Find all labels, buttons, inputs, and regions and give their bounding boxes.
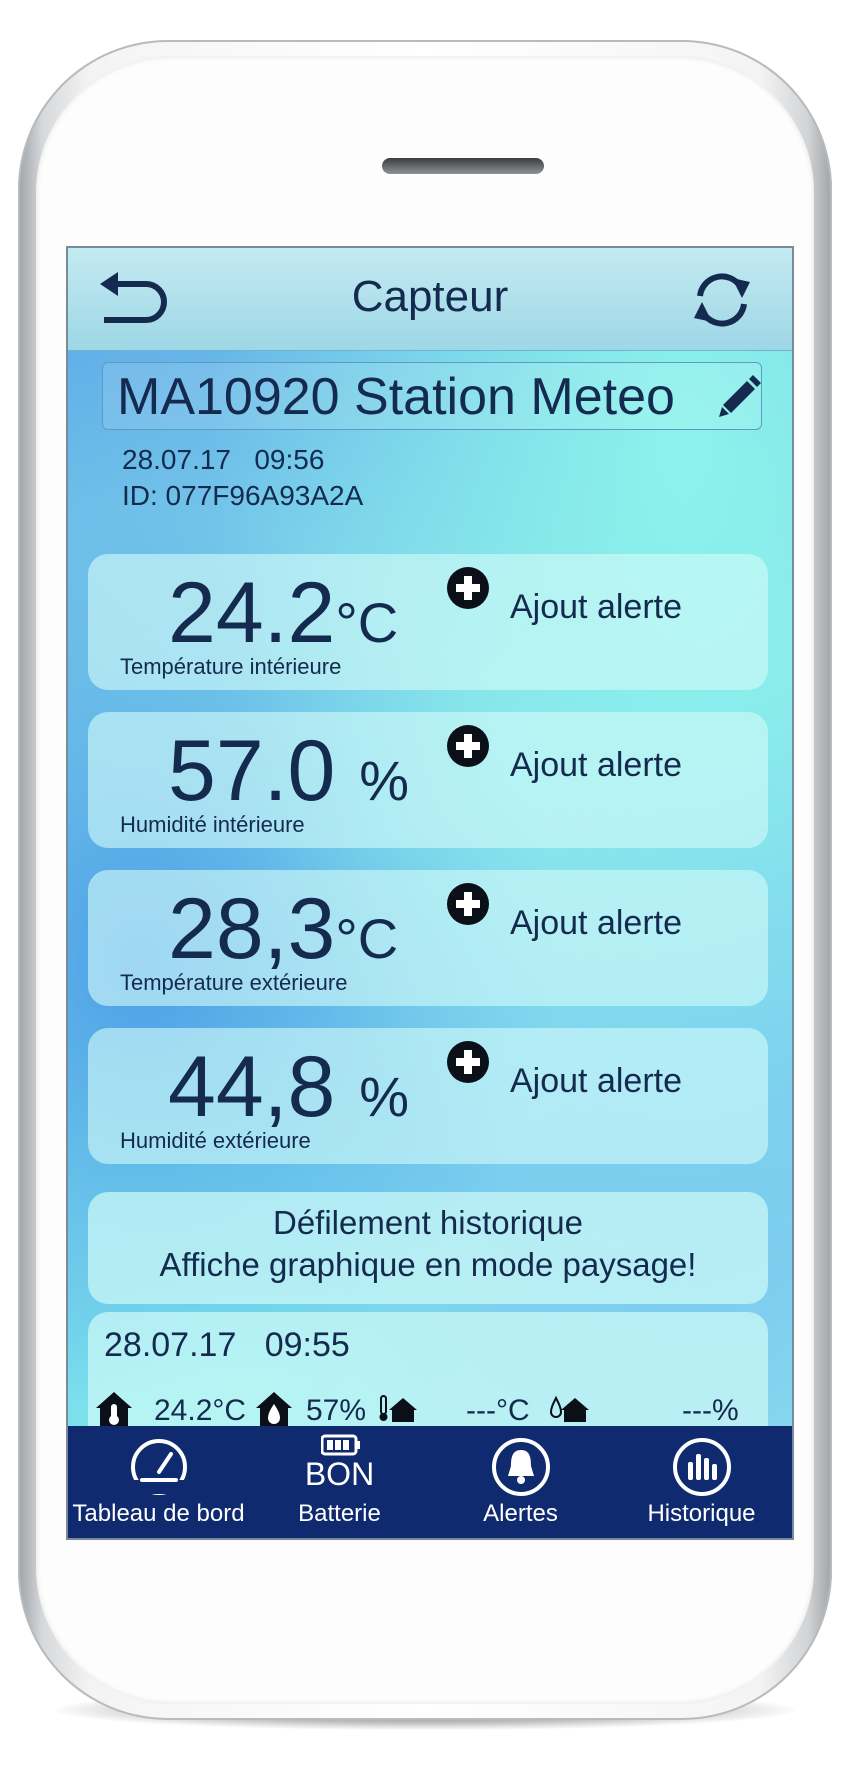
indoor-humidity-icon [256,1392,292,1428]
bell-icon [492,1438,550,1496]
value-number: 57.0 [168,723,336,819]
history-hint-title: Défilement historique [273,1204,583,1241]
gauge-icon [131,1439,187,1495]
plus-circle-icon[interactable] [446,724,490,768]
app-screen: Capteur MA10920 Station Meteo 28.07.17 0… [68,248,792,1538]
device-name-field[interactable]: MA10920 Station Meteo [102,362,762,430]
update-date: 28.07.17 [122,444,231,475]
indoor-temperature-icon [96,1392,132,1428]
navigation-bar: Capteur [68,248,792,351]
update-time: 09:56 [254,444,325,475]
plus-circle-icon[interactable] [446,566,490,610]
record-date: 28.07.17 [104,1326,237,1364]
tab-label: Tableau de bord [72,1500,245,1527]
value-unit: °C [335,591,399,654]
battery-status: BON [304,1456,375,1492]
history-hint-box: Défilement historique Affiche graphique … [88,1192,768,1304]
record-indoor-temperature: 24.2°C [154,1394,247,1427]
value-number: 24.2 [168,565,336,661]
value-unit: % [359,749,410,812]
value-unit: % [359,1065,410,1128]
add-alert-button[interactable]: Ajout alerte [510,1062,682,1101]
record-outdoor-temperature: ---°C [466,1394,530,1427]
record-datetime: 28.07.17 09:55 [104,1326,350,1365]
outdoor-temperature-icon [379,1395,417,1422]
record-time: 09:55 [264,1326,350,1364]
edit-pencil-icon[interactable] [717,373,763,419]
tab-alerts[interactable]: Alertes [430,1426,611,1538]
tab-label: Alertes [483,1500,558,1527]
last-update-datetime: 28.07.17 09:56 [122,444,324,476]
add-alert-button[interactable]: Ajout alerte [510,588,682,627]
reading-label: Température intérieure [120,654,342,679]
record-outdoor-humidity: ---% [682,1394,739,1427]
add-alert-button[interactable]: Ajout alerte [510,904,682,943]
outdoor-humidity-icon [550,1395,589,1422]
tab-battery[interactable]: BON Batterie [249,1426,430,1538]
reading-value: 44,8 % [168,1038,409,1137]
reading-card-indoor-humidity: 57.0 % Humidité intérieure Ajout alerte [88,712,768,848]
plus-circle-icon[interactable] [446,882,490,926]
reading-value: 57.0 % [168,722,409,821]
reading-label: Humidité intérieure [120,812,305,837]
device-id: ID: 077F96A93A2A [122,480,364,511]
value-unit: °C [335,907,399,970]
tab-label: Historique [647,1500,756,1527]
reading-label: Humidité extérieure [120,1128,311,1153]
refresh-button[interactable] [686,268,758,332]
tab-dashboard[interactable]: Tableau de bord [68,1426,249,1538]
reading-label: Température extérieure [120,970,348,995]
battery-icon [321,1434,360,1456]
reading-card-outdoor-humidity: 44,8 % Humidité extérieure Ajout alerte [88,1028,768,1164]
value-number: 28,3 [168,881,336,977]
reading-value: 24.2°C [168,564,398,663]
earpiece-speaker [382,158,544,174]
device-name: MA10920 Station Meteo [117,368,675,426]
refresh-icon [694,273,750,327]
value-number: 44,8 [168,1039,336,1135]
reading-card-indoor-temperature: 24.2°C Température intérieure Ajout aler… [88,554,768,690]
bar-chart-icon [673,1438,731,1496]
tab-bar: Tableau de bord BON Batterie Alertes His… [68,1426,792,1538]
plus-circle-icon[interactable] [446,1040,490,1084]
tab-label: Batterie [298,1500,381,1527]
reading-value: 28,3°C [168,880,398,979]
tab-history[interactable]: Historique [611,1426,792,1538]
reading-card-outdoor-temperature: 28,3°C Température extérieure Ajout aler… [88,870,768,1006]
record-indoor-humidity: 57% [306,1394,367,1427]
add-alert-button[interactable]: Ajout alerte [510,746,682,785]
page-title: Capteur [351,272,509,321]
history-hint-text: Affiche graphique en mode paysage! [159,1246,697,1283]
